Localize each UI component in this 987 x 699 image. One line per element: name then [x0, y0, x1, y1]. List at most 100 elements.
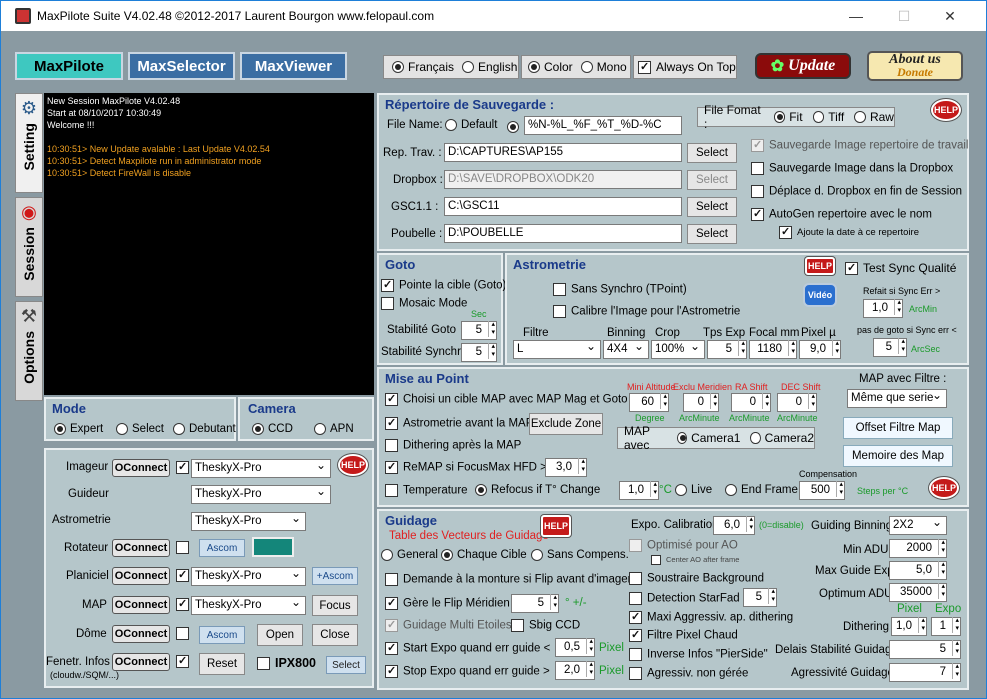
lang-fr-radio[interactable] — [392, 61, 404, 73]
mode-expert-radio[interactable] — [54, 423, 66, 435]
live-option[interactable]: Live — [675, 484, 712, 496]
mode-select[interactable]: Select — [116, 423, 164, 435]
rotateur-checkbox[interactable] — [176, 541, 189, 554]
binning-select[interactable]: 4X4 — [603, 339, 649, 359]
guiding-binning-select[interactable]: 2X2 — [889, 515, 947, 535]
refocus-radio[interactable] — [475, 484, 487, 496]
save-dropbox-checkbox[interactable] — [751, 162, 764, 175]
map-device-select[interactable]: TheskyX-Pro — [191, 595, 306, 615]
fenetr-reset-button[interactable]: Reset — [199, 653, 245, 675]
filtre-select[interactable]: L — [513, 339, 601, 359]
camera-apn-radio[interactable] — [314, 423, 326, 435]
tab-maxviewer[interactable]: MaxViewer — [240, 52, 347, 80]
fenetr-connect-button[interactable]: OConnect — [112, 653, 170, 671]
sans-synchro-option[interactable]: Sans Synchro (TPoint) — [553, 283, 687, 296]
g3-checkbox[interactable] — [385, 619, 398, 632]
mosaic-checkbox[interactable] — [381, 297, 394, 310]
detection-checkbox[interactable] — [629, 592, 642, 605]
move-dropbox-option[interactable]: Déplace d. Dropbox en fin de Session — [751, 185, 962, 198]
max-guide-spinner[interactable]: 5,0 — [889, 561, 947, 580]
file-name-pattern-radio[interactable] — [507, 121, 519, 133]
save-workdir-option[interactable]: Sauvegarde Image repertoire de travail — [751, 139, 968, 152]
dome-ascom-button[interactable]: Ascom — [199, 626, 245, 644]
pointe-option[interactable]: Pointe la cible (Goto) — [381, 279, 506, 292]
focus-button[interactable]: Focus — [312, 595, 358, 616]
help-button[interactable]: HELP — [805, 257, 835, 275]
dome-checkbox[interactable] — [176, 627, 189, 640]
test-sync-option[interactable]: Test Sync Qualité — [845, 261, 956, 276]
calibre-option[interactable]: Calibre l'Image pour l'Astrometrie — [553, 305, 740, 318]
imageur-checkbox[interactable] — [176, 461, 189, 474]
expo-cal-spinner[interactable]: 6,0 — [713, 516, 755, 535]
g2-checkbox[interactable] — [385, 597, 398, 610]
endframe-radio[interactable] — [725, 484, 737, 496]
map-m1-checkbox[interactable] — [385, 393, 398, 406]
center-ao-option[interactable]: Center AO after frame — [651, 555, 739, 566]
mosaic-option[interactable]: Mosaic Mode — [381, 297, 467, 310]
crop-select[interactable]: 100% — [651, 339, 705, 359]
mono-radio[interactable] — [580, 61, 593, 73]
autogen-option[interactable]: AutoGen repertoire avec le nom — [751, 208, 932, 221]
rotateur-connect-button[interactable]: OConnect — [112, 539, 170, 557]
file-name-default[interactable]: Default — [445, 119, 497, 131]
gsc-input[interactable]: C:\GSC11 — [444, 197, 682, 216]
file-name-default-radio[interactable] — [445, 119, 457, 131]
agressiv-option[interactable]: Agressiv. non gérée — [629, 667, 748, 680]
dome-connect-button[interactable]: OConnect — [112, 625, 170, 643]
map-temperature-option[interactable]: Temperature — [385, 484, 468, 497]
maxi-option[interactable]: Maxi Aggressiv. ap. dithering — [629, 611, 793, 624]
poubelle-input[interactable]: D:\POUBELLE — [444, 224, 682, 243]
detection-option[interactable]: Detection StarFad — [629, 592, 740, 605]
camera-ccd[interactable]: CCD — [252, 423, 293, 435]
poubelle-select-button[interactable]: Select — [687, 224, 737, 244]
add-date-option[interactable]: Ajoute la date à ce repertoire — [779, 226, 919, 239]
map-m3-checkbox[interactable] — [385, 439, 398, 452]
dither-pixel-spinner[interactable]: 1,0 — [891, 617, 927, 636]
ra-shift-spinner[interactable]: 0 — [731, 393, 771, 412]
stab-goto-spinner[interactable]: 5 — [461, 321, 497, 340]
min-adu-spinner[interactable]: 2000 — [889, 539, 947, 558]
stab-sync-spinner[interactable]: 5 — [461, 343, 497, 362]
mode-debutant[interactable]: Debutant — [173, 423, 236, 435]
map-filtre-select[interactable]: Même que serie — [847, 388, 947, 408]
guidage-sans-comp-radio[interactable] — [531, 549, 543, 561]
lang-en-radio[interactable] — [462, 61, 475, 73]
camera-apn[interactable]: APN — [314, 423, 354, 435]
planiciel-checkbox[interactable] — [176, 569, 189, 582]
g3-option[interactable]: Guidage Multi Etoiles — [385, 619, 512, 632]
g4-option[interactable]: Start Expo quand err guide < — [385, 642, 550, 655]
delais-spinner[interactable]: 5 — [889, 640, 961, 659]
flip-spinner[interactable]: 5 — [511, 594, 559, 613]
about-donate-button[interactable]: About us Donate — [867, 51, 963, 81]
map-m2-checkbox[interactable] — [385, 417, 398, 430]
help-button[interactable]: HELP — [338, 454, 368, 476]
mode-debutant-radio[interactable] — [173, 423, 185, 435]
refocus-spinner[interactable]: 1,0 — [619, 481, 659, 500]
optimum-adu-spinner[interactable]: 35000 — [889, 583, 947, 602]
video-button[interactable]: Vidéo — [803, 283, 837, 307]
format-fit-radio[interactable] — [773, 111, 786, 123]
tab-maxselector[interactable]: MaxSelector — [128, 52, 235, 80]
autogen-checkbox[interactable] — [751, 208, 764, 221]
side-tab-session[interactable]: ◉ Session — [15, 197, 43, 297]
close-button[interactable]: ✕ — [927, 1, 973, 31]
file-name-pattern-input[interactable]: %N-%L_%F_%T_%D-%C — [524, 116, 682, 135]
endframe-option[interactable]: End Frame — [725, 484, 798, 496]
imageur-select[interactable]: TheskyX-Pro — [191, 458, 331, 478]
sbig-checkbox[interactable] — [511, 619, 524, 632]
memoire-map-button[interactable]: Memoire des Map — [843, 445, 953, 467]
maximize-button[interactable]: ☐ — [881, 1, 927, 31]
filtre-pixel-checkbox[interactable] — [629, 629, 642, 642]
help-button[interactable]: HELP — [931, 99, 961, 121]
inverse-checkbox[interactable] — [629, 648, 642, 661]
pas-goto-spinner[interactable]: 5 — [873, 338, 907, 357]
g4-checkbox[interactable] — [385, 642, 398, 655]
map-m4-option[interactable]: ReMAP si FocusMax HFD > — [385, 461, 547, 474]
optimise-checkbox[interactable] — [629, 539, 642, 552]
inverse-option[interactable]: Inverse Infos "PierSide" — [629, 648, 768, 661]
g2-option[interactable]: Gère le Flip Méridien — [385, 597, 510, 610]
g1-checkbox[interactable] — [385, 573, 398, 586]
guidage-general-radio[interactable] — [381, 549, 393, 561]
map-connect-button[interactable]: OConnect — [112, 596, 170, 614]
side-tab-setting[interactable]: ⚙ Setting — [15, 93, 43, 193]
